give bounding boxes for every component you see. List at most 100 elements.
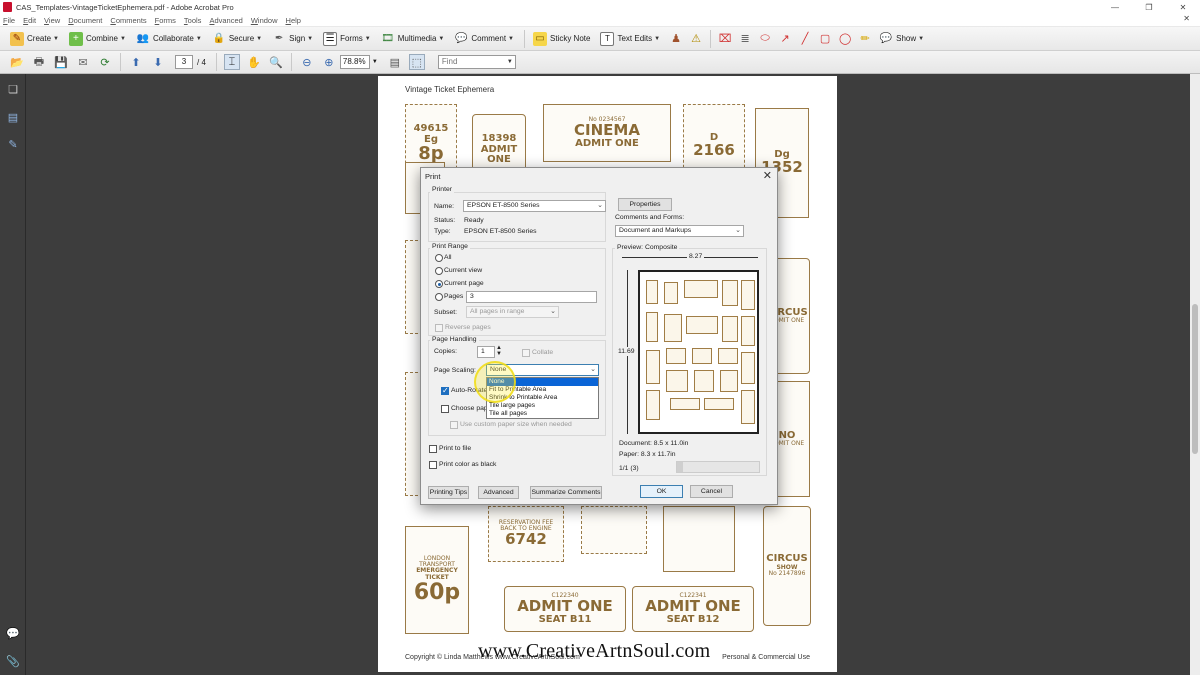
text-box-icon[interactable]: ≣ [738, 32, 752, 46]
pencil-icon[interactable]: ✏ [858, 32, 872, 46]
multimedia-button[interactable]: 🎞 Multimedia ▼ [377, 29, 449, 49]
fit-page-icon[interactable]: ▤ [387, 54, 403, 70]
preview-slider-thumb[interactable] [677, 462, 683, 472]
open-folder-icon[interactable]: 📂 [9, 54, 25, 70]
secure-button[interactable]: 🔒 Secure ▼ [208, 29, 266, 49]
select-tool-icon[interactable]: ⌶ [223, 54, 240, 70]
reverse-pages-label[interactable]: Reverse pages [445, 324, 491, 331]
auto-rotate-checkbox[interactable] [441, 386, 449, 395]
vertical-scrollbar[interactable] [1190, 74, 1200, 675]
range-current-page-label[interactable]: Current page [444, 280, 484, 287]
reverse-pages-checkbox[interactable] [435, 324, 443, 332]
range-pages-label[interactable]: Pages [444, 293, 463, 300]
zoom-tool-icon[interactable]: 🔍 [268, 54, 284, 70]
collate-checkbox[interactable] [522, 349, 530, 357]
collate-label[interactable]: Collate [532, 349, 553, 356]
menu-forms[interactable]: Forms [155, 16, 176, 25]
restore-button[interactable]: ❐ [1132, 0, 1166, 14]
custom-paper-checkbox[interactable] [450, 421, 458, 429]
summarize-comments-button[interactable]: Summarize Comments [530, 486, 602, 499]
print-color-black-label[interactable]: Print color as black [439, 461, 496, 468]
preview-page-slider[interactable] [676, 461, 760, 473]
email-icon[interactable]: ✉ [75, 54, 91, 70]
hand-tool-icon[interactable]: ✋ [246, 54, 262, 70]
scrollbar-thumb[interactable] [1192, 304, 1198, 454]
stamp-icon[interactable]: ♟ [669, 32, 683, 46]
range-pages-radio[interactable] [435, 293, 443, 301]
close-icon[interactable]: ✕ [763, 169, 772, 182]
cancel-button[interactable]: Cancel [690, 485, 733, 498]
range-all-label[interactable]: All [444, 254, 452, 261]
choose-paper-checkbox[interactable] [441, 405, 449, 413]
menu-document[interactable]: Document [68, 16, 102, 25]
save-icon[interactable]: 💾 [53, 54, 69, 70]
combine-button[interactable]: + Combine ▼ [65, 29, 130, 49]
menu-tools[interactable]: Tools [184, 16, 202, 25]
menu-view[interactable]: View [44, 16, 60, 25]
custom-paper-label[interactable]: Use custom paper size when needed [460, 421, 572, 428]
zoom-in-icon[interactable]: ⊕ [321, 54, 337, 70]
subset-select[interactable]: All pages in range ⌄ [466, 306, 559, 318]
menu-help[interactable]: Help [286, 16, 301, 25]
attachments-panel-icon[interactable]: 📎 [6, 654, 20, 668]
scaling-option-tile-large[interactable]: Tile large pages [487, 402, 598, 410]
menu-advanced[interactable]: Advanced [209, 16, 242, 25]
text-edits-button[interactable]: T Text Edits ▼ [596, 29, 664, 49]
previous-page-icon[interactable]: ⬆ [128, 54, 144, 70]
pages-input[interactable]: 3 [466, 291, 597, 303]
fit-width-icon[interactable]: ⬚ [408, 54, 425, 70]
copies-spinner-icon[interactable]: ▲ ▼ [496, 345, 502, 357]
forms-button[interactable]: ☰ Forms ▼ [319, 29, 375, 49]
advanced-button[interactable]: Advanced [478, 486, 519, 499]
sticky-note-button[interactable]: ▭ Sticky Note [529, 29, 594, 49]
callout-icon[interactable]: ⌧ [718, 32, 732, 46]
find-input[interactable]: Find ▼ [437, 55, 516, 69]
copies-input[interactable]: 1 [477, 346, 495, 358]
signatures-panel-icon[interactable]: ✎ [6, 137, 20, 151]
printing-tips-button[interactable]: Printing Tips [428, 486, 469, 499]
menu-window[interactable]: Window [251, 16, 278, 25]
show-button[interactable]: 💬 Show ▼ [875, 29, 928, 49]
sign-button[interactable]: ✒ Sign ▼ [268, 29, 317, 49]
printer-name-select[interactable]: EPSON ET-8500 Series ⌄ [463, 200, 606, 212]
close-window-button[interactable]: ✕ [1166, 0, 1200, 14]
menu-file[interactable]: File [3, 16, 15, 25]
window-controls: — ❐ ✕ [1098, 0, 1200, 14]
arrow-icon[interactable]: ↗ [778, 32, 792, 46]
menu-comments[interactable]: Comments [110, 16, 146, 25]
close-document-icon[interactable]: ✕ [1183, 14, 1190, 23]
chevron-down-icon[interactable]: ▼ [372, 59, 378, 65]
print-icon[interactable]: 🖶 [31, 54, 47, 70]
bookmarks-panel-icon[interactable]: ▤ [6, 110, 20, 124]
zoom-level-field[interactable]: 78.8% [339, 55, 370, 69]
ok-button[interactable]: OK [640, 485, 683, 498]
next-page-icon[interactable]: ⬇ [150, 54, 166, 70]
menu-edit[interactable]: Edit [23, 16, 36, 25]
comments-forms-select[interactable]: Document and Markups ⌄ [615, 225, 744, 237]
ticket-value: SEAT B12 [666, 613, 720, 625]
print-to-file-label[interactable]: Print to file [439, 445, 471, 452]
minimize-button[interactable]: — [1098, 0, 1132, 14]
range-current-view-label[interactable]: Current view [444, 267, 482, 274]
comment-button[interactable]: 💬 Comment ▼ [450, 29, 518, 49]
range-all-radio[interactable] [435, 254, 443, 262]
collaborate-button[interactable]: 👥 Collaborate ▼ [132, 29, 206, 49]
print-color-black-checkbox[interactable] [429, 461, 437, 469]
cloud-icon[interactable]: ⬭ [758, 32, 772, 46]
share-icon[interactable]: ⟳ [97, 54, 113, 70]
line-icon[interactable]: ╱ [798, 32, 812, 46]
create-button[interactable]: ✎ Create ▼ [6, 29, 63, 49]
highlight-text-icon[interactable]: ⚠ [689, 32, 703, 46]
range-current-page-radio[interactable] [435, 280, 443, 288]
properties-button[interactable]: Properties [618, 198, 672, 211]
oval-icon[interactable]: ◯ [838, 32, 852, 46]
rectangle-icon[interactable]: ▢ [818, 32, 832, 46]
comments-panel-icon[interactable]: 💬 [6, 626, 20, 640]
chevron-down-icon[interactable]: ▼ [507, 56, 513, 68]
page-number-input[interactable]: 3 [175, 55, 193, 69]
print-to-file-checkbox[interactable] [429, 445, 437, 453]
zoom-out-icon[interactable]: ⊖ [299, 54, 315, 70]
scaling-option-tile-all[interactable]: Tile all pages [487, 410, 598, 418]
range-current-view-radio[interactable] [435, 267, 443, 275]
pages-panel-icon[interactable]: ❏ [6, 82, 20, 96]
